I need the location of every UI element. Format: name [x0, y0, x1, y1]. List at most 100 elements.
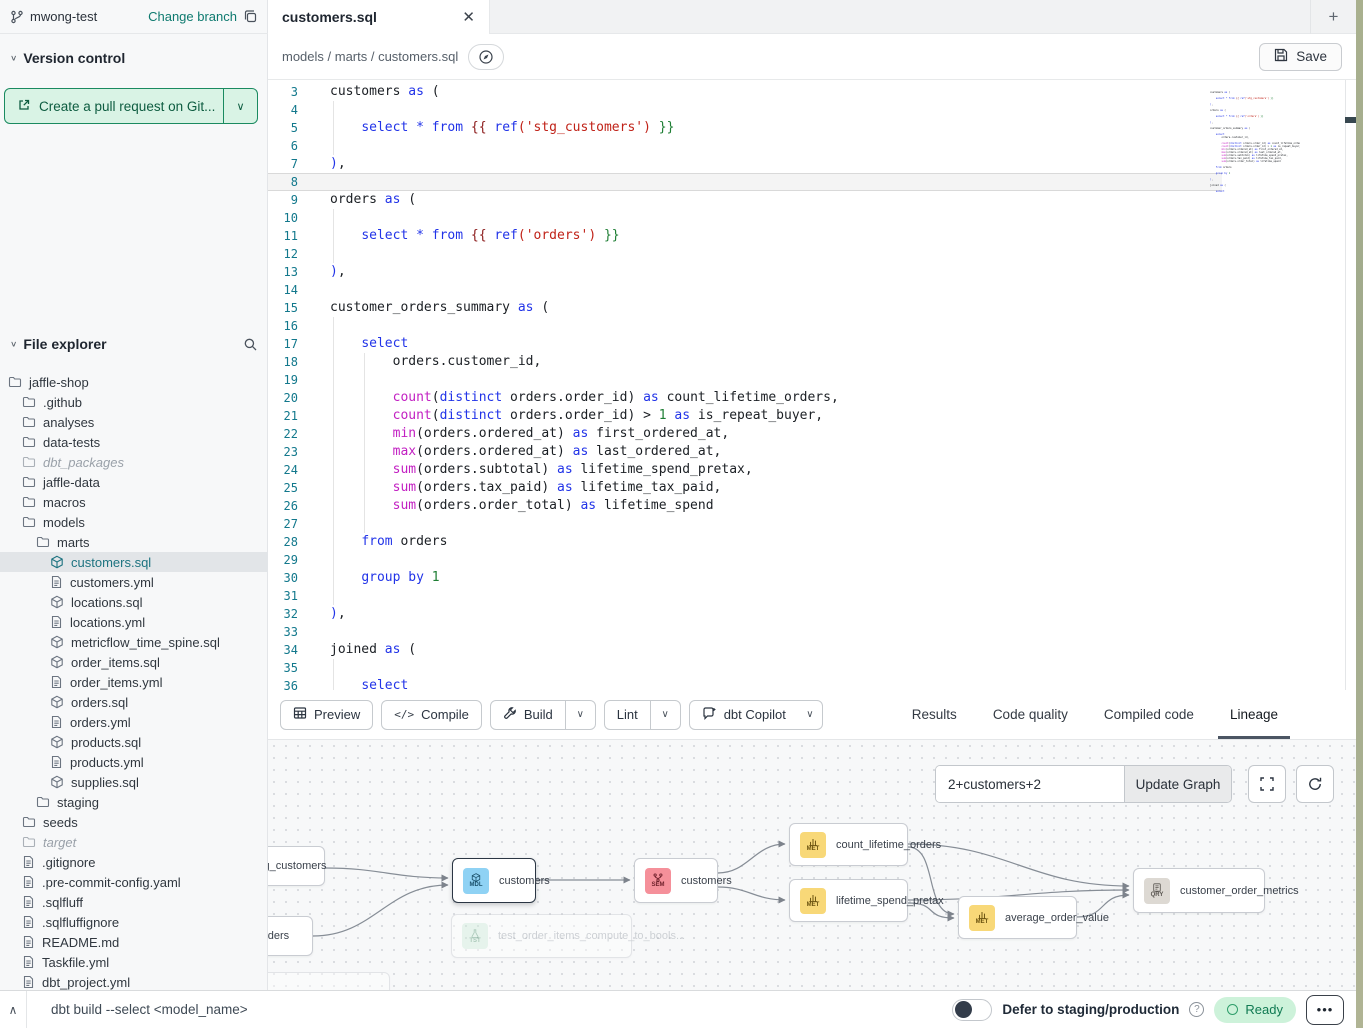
minimap[interactable]: customers as ( select * from {{ ref('stg… — [1208, 88, 1300, 213]
lineage-node-test_orders[interactable]: TSTtest_order_items_compute_to_bools... — [451, 914, 632, 958]
file-explorer-header[interactable]: ∨ File explorer — [0, 333, 268, 355]
lint-button[interactable]: Lint — [605, 701, 650, 729]
file-label: dbt_project.yml — [42, 975, 130, 990]
file-tree-item-jaffle-shop[interactable]: jaffle-shop — [0, 372, 268, 392]
new-tab-button[interactable]: + — [1310, 0, 1356, 34]
defer-toggle[interactable] — [952, 999, 992, 1021]
lineage-selector-input[interactable] — [936, 766, 1124, 802]
file-tree-item--gitignore[interactable]: .gitignore — [0, 852, 268, 872]
file-tree-item-products-sql[interactable]: products.sql — [0, 732, 268, 752]
file-tree-item-dbt-packages[interactable]: dbt_packages — [0, 452, 268, 472]
file-tree-item-macros[interactable]: macros — [0, 492, 268, 512]
file-tree-item-metricflow-time-spine-sql[interactable]: metricflow_time_spine.sql — [0, 632, 268, 652]
lineage-panel[interactable]: Update Graph stg_customersordersMDLcus — [268, 740, 1356, 990]
code-line-16: 16 — [268, 317, 1345, 335]
lineage-node-lifetime_spend_pretax[interactable]: METlifetime_spend_pretax — [789, 879, 908, 922]
lineage-node-customers_mdl[interactable]: MDLcustomers — [452, 858, 536, 903]
file-tree-item-jaffle-data[interactable]: jaffle-data — [0, 472, 268, 492]
file-tree-item-analyses[interactable]: analyses — [0, 412, 268, 432]
tab-code-quality[interactable]: Code quality — [975, 690, 1086, 739]
refresh-button[interactable] — [1296, 765, 1334, 803]
build-button[interactable]: Build — [491, 701, 565, 729]
file-tree-item-marts[interactable]: marts — [0, 532, 268, 552]
file-tree-item-orders-yml[interactable]: orders.yml — [0, 712, 268, 732]
lineage-node-average_order_value[interactable]: METaverage_order_value — [958, 896, 1077, 939]
close-tab-icon[interactable]: ✕ — [462, 8, 475, 26]
lint-dropdown[interactable]: ∨ — [650, 701, 680, 729]
file-tree-item--sqlfluff[interactable]: .sqlfluff — [0, 892, 268, 912]
wrench-icon — [503, 706, 517, 723]
lineage-node-orders_src[interactable]: orders — [268, 916, 313, 956]
file-tree-item-customers-sql[interactable]: customers.sql — [0, 552, 268, 572]
version-control-header[interactable]: ∨ Version control — [0, 47, 268, 69]
dbt-copilot-button[interactable]: dbt Copilot ∨ — [689, 700, 823, 730]
file-tree-item-locations-yml[interactable]: locations.yml — [0, 612, 268, 632]
code-line-9: 9orders as ( — [268, 191, 1345, 209]
editor-scrollbar[interactable] — [1345, 80, 1356, 690]
lineage-node-customers_sem[interactable]: SEMcustomers — [634, 858, 718, 903]
tab-lineage[interactable]: Lineage — [1212, 690, 1296, 739]
file-tree-item--pre-commit-config-yaml[interactable]: .pre-commit-config.yaml — [0, 872, 268, 892]
file-label: customers.yml — [70, 575, 154, 590]
file-tree-item-seeds[interactable]: seeds — [0, 812, 268, 832]
update-graph-button[interactable]: Update Graph — [1124, 766, 1231, 802]
file-label: macros — [43, 495, 86, 510]
build-dropdown[interactable]: ∨ — [565, 701, 595, 729]
file-explorer-title: File explorer — [23, 336, 106, 352]
copilot-compass-button[interactable] — [468, 44, 504, 70]
pr-button-dropdown[interactable]: ∨ — [223, 89, 257, 123]
collapse-panel-caret[interactable]: ∧ — [0, 1003, 26, 1017]
doc-icon — [22, 935, 35, 949]
file-tree-item--github[interactable]: .github — [0, 392, 268, 412]
doc-icon — [22, 875, 35, 889]
node-label: test_order_items_compute_to_bools... — [498, 930, 685, 942]
code-icon: </> — [394, 708, 414, 721]
git-branch-row: mwong-test Change branch — [0, 0, 268, 34]
file-tree-item-taskfile-yml[interactable]: Taskfile.yml — [0, 952, 268, 972]
file-tree-item-data-tests[interactable]: data-tests — [0, 432, 268, 452]
copy-branch-icon[interactable] — [243, 9, 258, 24]
code-line-32: 32), — [268, 605, 1345, 623]
save-button[interactable]: Save — [1259, 43, 1342, 71]
fullscreen-button[interactable] — [1248, 765, 1286, 803]
file-tree-item-supplies-sql[interactable]: supplies.sql — [0, 772, 268, 792]
file-tree-item-staging[interactable]: staging — [0, 792, 268, 812]
help-icon[interactable]: ? — [1189, 1002, 1204, 1017]
file-tree-item-products-yml[interactable]: products.yml — [0, 752, 268, 772]
file-label: data-tests — [43, 435, 100, 450]
file-tree-item-dbt-project-yml[interactable]: dbt_project.yml — [0, 972, 268, 990]
node-label: customer_order_metrics — [1180, 885, 1299, 897]
tab-results[interactable]: Results — [894, 690, 975, 739]
file-tree-item--sqlfluffignore[interactable]: .sqlfluffignore — [0, 912, 268, 932]
more-options-button[interactable]: ••• — [1306, 995, 1344, 1025]
code-line-36: select — [1208, 190, 1300, 193]
lineage-node-stg_customers[interactable]: stg_customers — [268, 846, 325, 886]
file-tree-item-order-items-yml[interactable]: order_items.yml — [0, 672, 268, 692]
lineage-node-ghost[interactable] — [268, 972, 390, 990]
compile-button[interactable]: </> Compile — [381, 700, 482, 730]
folder-icon — [22, 495, 36, 509]
file-tree-item-models[interactable]: models — [0, 512, 268, 532]
file-tree-item-target[interactable]: target — [0, 832, 268, 852]
file-tree-item-order-items-sql[interactable]: order_items.sql — [0, 652, 268, 672]
create-pull-request-button[interactable]: Create a pull request on Git... ∨ — [4, 88, 258, 124]
file-tree-item-orders-sql[interactable]: orders.sql — [0, 692, 268, 712]
lineage-node-count_lifetime_orders[interactable]: METcount_lifetime_orders — [789, 823, 908, 866]
search-icon[interactable] — [243, 337, 258, 352]
change-branch-link[interactable]: Change branch — [148, 9, 237, 24]
code-editor[interactable]: 23customers as (45 select * from {{ ref(… — [268, 80, 1345, 690]
file-tree-item-readme-md[interactable]: README.md — [0, 932, 268, 952]
model-icon — [50, 775, 64, 789]
file-label: jaffle-data — [43, 475, 100, 490]
doc-icon — [22, 895, 35, 909]
file-tree-item-customers-yml[interactable]: customers.yml — [0, 572, 268, 592]
tab-customers-sql[interactable]: customers.sql ✕ — [268, 0, 490, 34]
preview-button[interactable]: Preview — [280, 700, 373, 730]
file-tree-item-locations-sql[interactable]: locations.sql — [0, 592, 268, 612]
tab-compiled-code[interactable]: Compiled code — [1086, 690, 1212, 739]
file-label: products.sql — [71, 735, 141, 750]
copilot-dropdown[interactable]: ∨ — [798, 701, 822, 729]
lineage-node-customer_order_metrics[interactable]: QRYcustomer_order_metrics — [1133, 868, 1265, 913]
dbt-command-input[interactable]: dbt build --select <model_name> — [51, 1002, 248, 1017]
code-line-23: 23 max(orders.ordered_at) as last_ordere… — [268, 443, 1345, 461]
